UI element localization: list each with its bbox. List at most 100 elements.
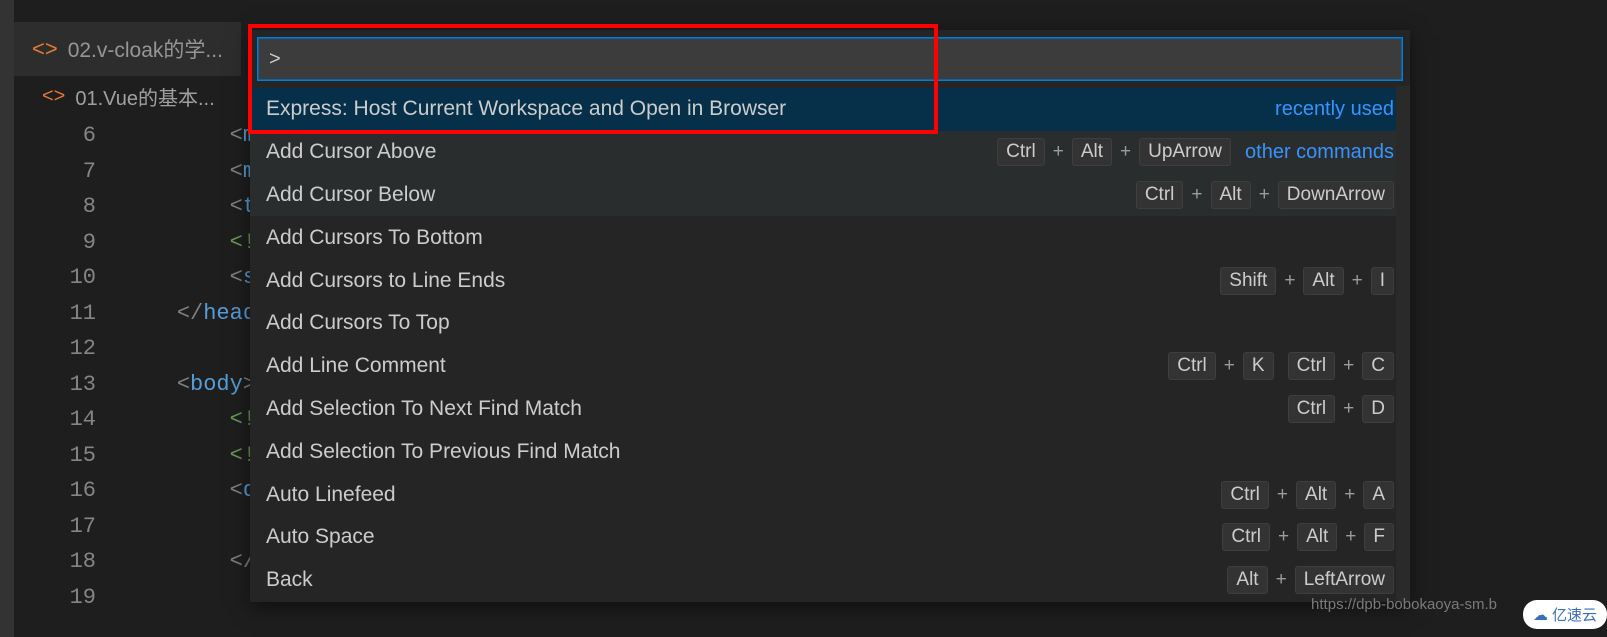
tab-label: 02.v-cloak的学... <box>68 34 223 64</box>
keyboard-shortcut: Ctrl + Alt + DownArrow <box>1136 181 1394 209</box>
command-meta: Ctrl + Alt + F <box>1222 523 1394 551</box>
line-number: 10 <box>14 265 124 290</box>
keyboard-shortcut: Alt+LeftArrow <box>1227 566 1394 594</box>
watermark-url: https://dpb-bobokaoya-sm.b <box>1311 596 1497 613</box>
plus-separator: + <box>1259 184 1270 206</box>
plus-separator: + <box>1344 484 1355 506</box>
line-number: 19 <box>14 585 124 610</box>
key: Alt <box>1297 523 1337 551</box>
keyboard-shortcut: Ctrl+Alt+UpArrow <box>997 138 1231 166</box>
command-item[interactable]: Add Cursor AboveCtrl+Alt+UpArrowother co… <box>250 131 1410 174</box>
command-palette: > Express: Host Current Workspace and Op… <box>250 30 1410 602</box>
plus-separator: + <box>1343 355 1354 377</box>
command-label: Auto Linefeed <box>266 483 396 507</box>
line-number: 6 <box>14 123 124 148</box>
key: K <box>1243 352 1274 380</box>
command-item[interactable]: Add Selection To Next Find Match Ctrl + D <box>250 388 1410 431</box>
plus-separator: + <box>1120 141 1131 163</box>
watermark-badge-text: 亿速云 <box>1552 604 1597 625</box>
command-label: Add Cursors To Bottom <box>266 226 483 250</box>
key: A <box>1363 481 1394 509</box>
line-number: 13 <box>14 372 124 397</box>
palette-scrollbar[interactable] <box>1396 86 1410 602</box>
command-item[interactable]: Add Cursors to Line EndsShift+Alt+I <box>250 259 1410 302</box>
command-meta: Ctrl+Alt+A <box>1221 481 1394 509</box>
line-number: 18 <box>14 549 124 574</box>
breadcrumb[interactable]: <> 01.Vue的基本... <box>14 78 243 114</box>
command-label: Add Selection To Previous Find Match <box>266 440 620 464</box>
command-meta: Alt+LeftArrow <box>1227 566 1394 594</box>
plus-separator: + <box>1191 184 1202 206</box>
command-label: Add Selection To Next Find Match <box>266 397 582 421</box>
keyboard-shortcut: Ctrl + Alt + F <box>1222 523 1394 551</box>
command-meta: Ctrl + Alt + DownArrow <box>1136 181 1394 209</box>
key: DownArrow <box>1278 181 1394 209</box>
plus-separator: + <box>1277 484 1288 506</box>
command-label: Add Cursors to Line Ends <box>266 269 505 293</box>
line-number: 14 <box>14 407 124 432</box>
plus-separator: + <box>1352 270 1363 292</box>
line-number: 12 <box>14 336 124 361</box>
code-content: </head> <box>124 301 269 326</box>
key: Ctrl <box>1288 352 1336 380</box>
command-meta: Shift+Alt+I <box>1220 267 1394 295</box>
plus-separator: + <box>1224 355 1235 377</box>
line-number: 7 <box>14 159 124 184</box>
activity-bar[interactable] <box>0 0 14 637</box>
key: I <box>1371 267 1394 295</box>
line-number: 11 <box>14 301 124 326</box>
key: Alt <box>1303 267 1343 295</box>
group-label: other commands <box>1245 141 1394 164</box>
key: F <box>1364 523 1394 551</box>
key: Ctrl <box>1136 181 1184 209</box>
line-number: 17 <box>14 514 124 539</box>
key: Shift <box>1220 267 1276 295</box>
command-meta: Ctrl+KCtrl+C <box>1168 352 1394 380</box>
plus-separator: + <box>1278 526 1289 548</box>
command-label: Add Cursor Above <box>266 140 436 164</box>
cloud-badge: ☁ 亿速云 <box>1523 600 1607 629</box>
keyboard-shortcut: Shift+Alt+I <box>1220 267 1394 295</box>
command-item[interactable]: Add Line CommentCtrl+KCtrl+C <box>250 345 1410 388</box>
command-item[interactable]: Add Cursor Below Ctrl + Alt + DownArrow <box>250 174 1410 217</box>
command-palette-input-value: > <box>269 48 281 71</box>
key: LeftArrow <box>1295 566 1394 594</box>
key: UpArrow <box>1139 138 1231 166</box>
tab-active[interactable]: <> 02.v-cloak的学... <box>14 22 241 76</box>
command-meta: Ctrl+Alt+UpArrowother commands <box>997 138 1394 166</box>
command-item[interactable]: BackAlt+LeftArrow <box>250 559 1410 602</box>
line-number: 9 <box>14 230 124 255</box>
command-item[interactable]: Auto LinefeedCtrl+Alt+A <box>250 473 1410 516</box>
key: Ctrl <box>997 138 1045 166</box>
command-label: Add Line Comment <box>266 354 446 378</box>
keyboard-shortcut: Ctrl + D <box>1288 395 1394 423</box>
command-palette-input[interactable]: > <box>258 38 1402 80</box>
key: Alt <box>1227 566 1267 594</box>
command-item[interactable]: Add Cursors To Bottom <box>250 216 1410 259</box>
key: D <box>1362 395 1394 423</box>
keyboard-shortcut: Ctrl+K <box>1168 352 1273 380</box>
keyboard-shortcut: Ctrl+C <box>1288 352 1394 380</box>
line-number: 15 <box>14 443 124 468</box>
key: Alt <box>1072 138 1112 166</box>
html-file-icon: <> <box>32 36 58 62</box>
html-file-icon: <> <box>42 85 65 108</box>
plus-separator: + <box>1343 398 1354 420</box>
command-item[interactable]: Auto SpaceCtrl+Alt+F <box>250 516 1410 559</box>
command-item[interactable]: Add Cursors To Top <box>250 302 1410 345</box>
command-item[interactable]: Add Selection To Previous Find Match <box>250 430 1410 473</box>
breadcrumb-file: 01.Vue的基本... <box>75 82 214 111</box>
key: Ctrl <box>1288 395 1336 423</box>
command-meta: Ctrl + D <box>1288 395 1394 423</box>
group-label: recently used <box>1275 98 1394 121</box>
key: Ctrl <box>1222 523 1270 551</box>
command-label: Add Cursors To Top <box>266 311 450 335</box>
key: Alt <box>1211 181 1251 209</box>
command-palette-list: Express: Host Current Workspace and Open… <box>250 88 1410 602</box>
line-number: 8 <box>14 194 124 219</box>
plus-separator: + <box>1345 526 1356 548</box>
command-item[interactable]: Express: Host Current Workspace and Open… <box>250 88 1410 131</box>
cloud-icon: ☁ <box>1533 606 1548 624</box>
command-label: Add Cursor Below <box>266 183 435 207</box>
keyboard-shortcut: Ctrl+Alt+A <box>1221 481 1394 509</box>
